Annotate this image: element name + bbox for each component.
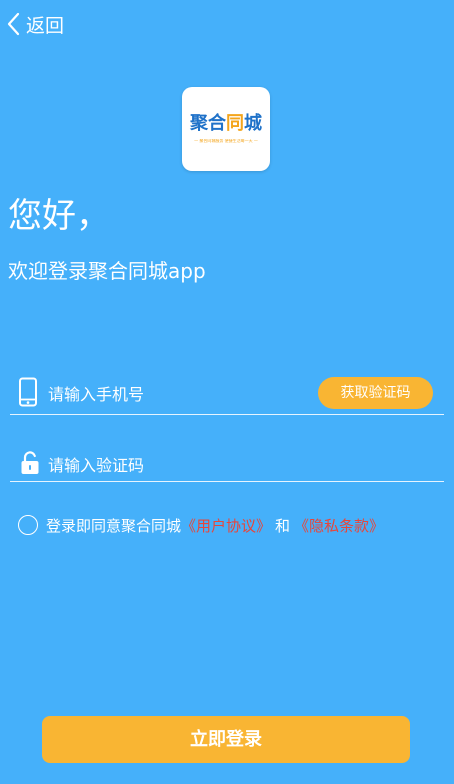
phone-input[interactable] xyxy=(48,382,308,406)
phone-field: 获取验证码 xyxy=(10,372,444,415)
logo-slogan: — 聚合同城服务 便捷生活每一天 — xyxy=(194,139,258,143)
greeting-title: 您好， xyxy=(8,196,110,236)
lock-icon xyxy=(20,451,40,479)
user-agreement-link[interactable]: 《用户协议》 xyxy=(181,515,271,536)
phone-icon xyxy=(18,377,38,411)
agreement-row: 登录即同意聚合同城 《用户协议》 和 《隐私条款》 xyxy=(18,512,384,538)
agreement-and: 和 xyxy=(275,516,291,535)
welcome-text: 欢迎登录聚合同城app xyxy=(8,259,206,283)
agree-checkbox[interactable] xyxy=(18,515,38,535)
code-field xyxy=(10,445,444,482)
back-label: 返回 xyxy=(26,14,65,37)
get-code-button[interactable]: 获取验证码 xyxy=(318,377,433,409)
logo-title: 聚合同城 xyxy=(190,113,262,134)
agreement-prefix: 登录即同意聚合同城 xyxy=(46,516,182,535)
top-bar: 返回 xyxy=(0,0,454,48)
login-button[interactable]: 立即登录 xyxy=(42,716,410,763)
back-button[interactable]: 返回 xyxy=(6,8,64,40)
privacy-link[interactable]: 《隐私条款》 xyxy=(294,515,384,536)
code-input[interactable] xyxy=(48,453,308,477)
chevron-left-icon xyxy=(6,12,20,36)
app-logo: 聚合同城 — 聚合同城服务 便捷生活每一天 — xyxy=(182,87,270,171)
